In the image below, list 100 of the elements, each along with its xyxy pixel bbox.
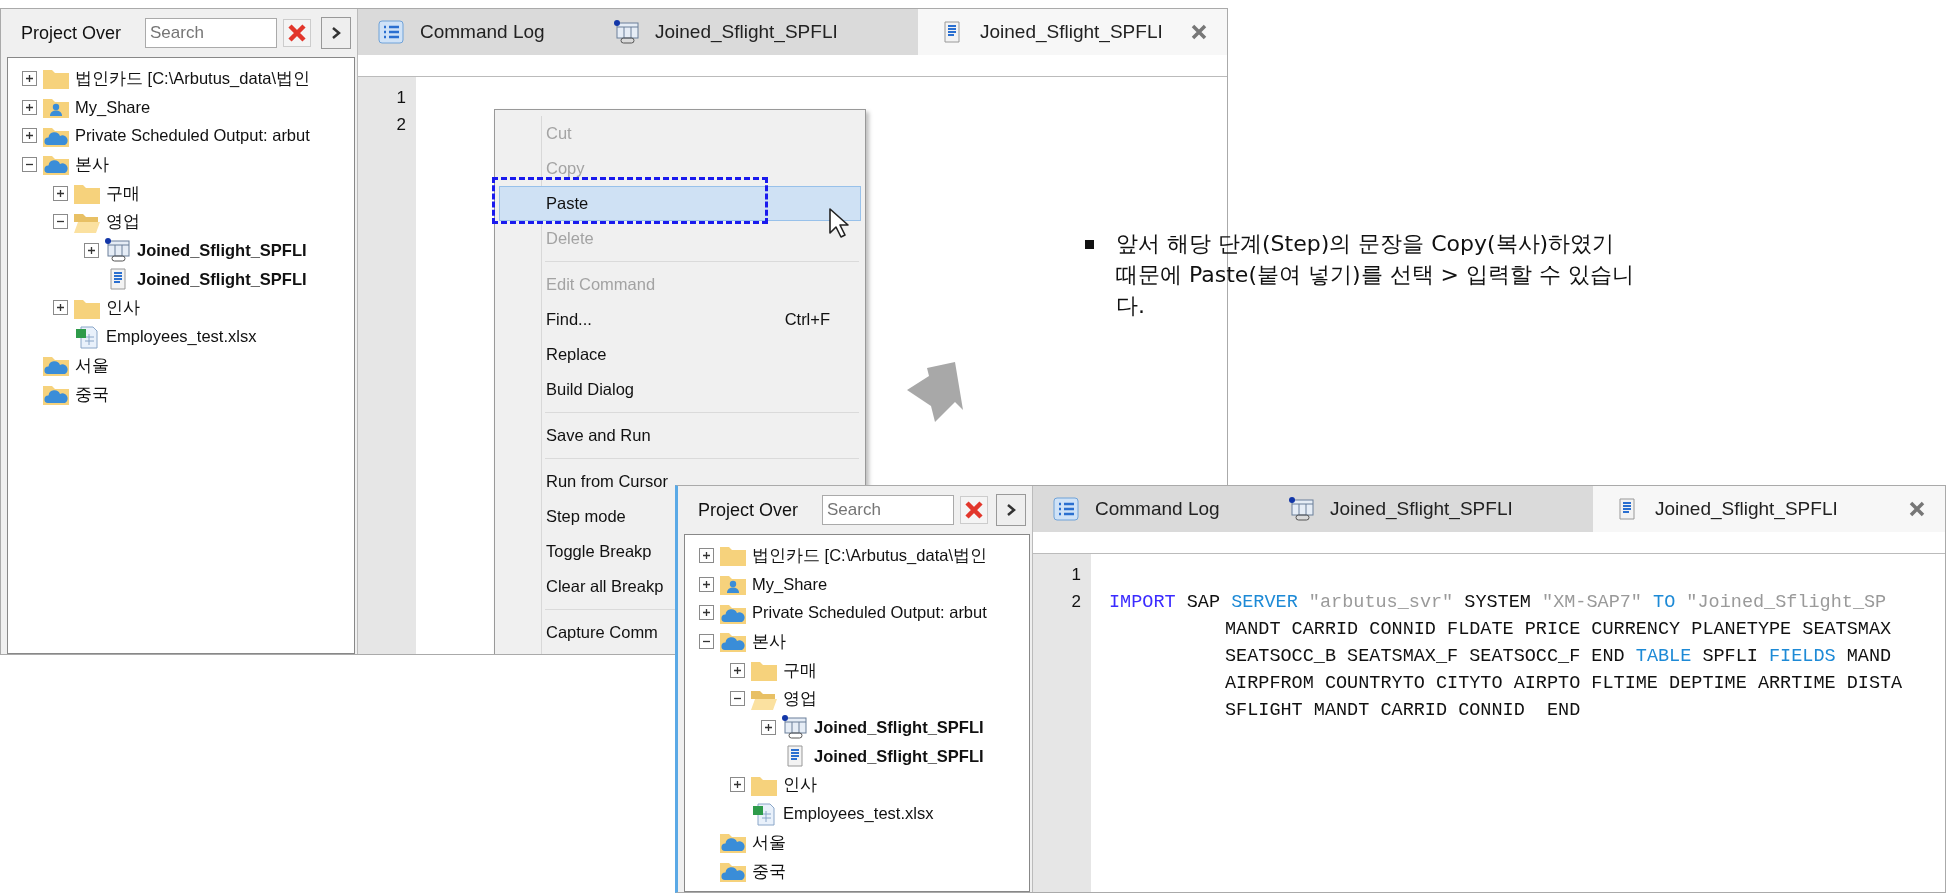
plus-icon [25, 73, 34, 83]
menu-item-label: Replace [546, 344, 607, 366]
search-field[interactable]: Search [145, 18, 277, 48]
menu-item[interactable]: Toggle Breakp [499, 534, 655, 569]
tab[interactable]: Joined_Sflight_SPFLI [1593, 486, 1945, 532]
tree-item-label[interactable]: 중국 [75, 381, 109, 407]
search-field[interactable]: Search [822, 495, 954, 525]
clear-button[interactable] [283, 19, 311, 47]
plus-icon [733, 665, 742, 675]
menu-item-label: Step mode [546, 506, 626, 528]
tree-item-label[interactable]: 서울 [75, 352, 109, 378]
expand-toggle[interactable] [761, 719, 776, 735]
tab[interactable]: Command Log [1033, 486, 1268, 532]
menu-item-label: Copy [546, 158, 585, 180]
code-line: MANDT CARRID CONNID FLDATE PRICE CURRENCY PLANETYPE SEATSMAX [1224, 618, 1893, 642]
menu-item-label: Cut [546, 123, 572, 145]
expand-toggle[interactable] [699, 547, 714, 563]
tree-item-label[interactable]: 영업 [783, 686, 817, 712]
menu-item-label: Paste [546, 193, 589, 215]
code-line: SEATSOCC_B SEATSMAX_F SEATSOCC_F END TABLE SPFLI FIELDS MAND [1224, 645, 1893, 669]
code-line: SFLIGHT MANDT CARRID CONNID END [1224, 699, 1582, 723]
expand-toggle[interactable] [22, 99, 37, 115]
tree-item-label[interactable]: 본사 [752, 629, 786, 654]
expand-panel-button[interactable] [996, 494, 1026, 526]
tree-item-label[interactable]: Employees_test.xlsx [783, 801, 934, 826]
tab[interactable]: Command Log [358, 9, 593, 55]
collapse-toggle[interactable] [53, 214, 68, 230]
menu-item-label: Edit Command [546, 274, 656, 296]
tree-item-label[interactable]: Joined_Sflight_SPFLI [814, 715, 984, 740]
tree-item-label[interactable]: 법인카드 [C:\Arbutus_data\법인 [75, 65, 310, 91]
close-icon[interactable] [1191, 24, 1207, 40]
clear-button[interactable] [960, 496, 988, 524]
expand-toggle[interactable] [84, 242, 99, 258]
tree-item-label[interactable]: Private Scheduled Output: arbut [75, 123, 310, 149]
table-icon [104, 238, 132, 263]
tab[interactable]: Joined_Sflight_SPFLI [593, 9, 918, 55]
expand-toggle[interactable] [22, 128, 37, 144]
list-icon [378, 20, 406, 44]
expand-toggle[interactable] [699, 605, 714, 621]
collapse-toggle[interactable] [730, 691, 745, 707]
menu-item[interactable]: Clear all Breakp [499, 569, 667, 604]
collapse-toggle[interactable] [22, 156, 37, 172]
expand-toggle[interactable] [699, 576, 714, 592]
tab[interactable]: Joined_Sflight_SPFLI [1268, 486, 1593, 532]
menu-item[interactable]: Build Dialog [499, 372, 638, 407]
table-icon [613, 20, 641, 44]
mouse-pointer-icon [828, 207, 850, 239]
menu-item[interactable]: Find... Ctrl+F [499, 302, 861, 337]
menu-item[interactable]: Replace [499, 337, 610, 372]
plus-icon [702, 608, 711, 618]
tree-item-label[interactable]: My_Share [75, 94, 151, 120]
tree-item-label[interactable]: 인사 [106, 295, 140, 321]
collapse-toggle[interactable] [699, 633, 714, 649]
note-text: 앞서 해당 단계(Step)의 문장을 Copy(복사)하였기 때문에 Paste(붙여 넣기)를 선택 > 입력할 수 있습니다. [1116, 230, 1635, 320]
plus-icon [87, 245, 96, 255]
menu-item[interactable]: Run from Cursor [499, 464, 671, 499]
tree-item-label[interactable]: 법인카드 [C:\Arbutus_data\법인 [752, 542, 987, 568]
plus-icon [25, 102, 34, 112]
tree-item-label[interactable]: Joined_Sflight_SPFLI [814, 743, 984, 769]
chevron-right-icon [330, 26, 342, 40]
tab[interactable]: Joined_Sflight_SPFLI [918, 9, 1227, 55]
line-number: 1 [396, 87, 406, 109]
tree-item-label[interactable]: 서울 [752, 829, 786, 855]
chevron-right-icon [1005, 503, 1017, 517]
expand-toggle[interactable] [53, 300, 68, 316]
tree-item-label[interactable]: Joined_Sflight_SPFLI [137, 266, 307, 292]
tree-item-label[interactable]: My_Share [752, 571, 828, 597]
tree-item-label[interactable]: Private Scheduled Output: arbut [752, 600, 987, 626]
plus-icon [733, 780, 742, 790]
expand-panel-button[interactable] [321, 17, 351, 49]
expand-toggle[interactable] [22, 70, 37, 86]
plus-icon [56, 188, 65, 198]
tree-item-label[interactable]: 영업 [106, 209, 140, 235]
menu-item-label: Capture Comm [546, 622, 658, 644]
close-icon[interactable] [1909, 501, 1925, 517]
tree-item-label[interactable]: Employees_test.xlsx [106, 324, 257, 349]
plus-icon [764, 722, 773, 732]
menu-item[interactable]: Step mode [499, 499, 629, 534]
tree-item-label[interactable]: 구매 [106, 180, 140, 206]
expand-toggle[interactable] [53, 185, 68, 201]
clear-icon [964, 500, 984, 520]
code-line: AIRPFROM COUNTRYTO CITYTO AIRPTO FLTIME DEPTIME ARRTIME DISTA [1224, 672, 1903, 696]
menu-item[interactable]: Save and Run [499, 418, 654, 453]
menu-item[interactable]: Capture Comm [499, 615, 661, 650]
menu-item-label: Toggle Breakp [546, 541, 652, 563]
menu-item-label: Run from Cursor [546, 471, 668, 493]
plus-icon [25, 131, 34, 141]
line-number: 1 [1071, 564, 1081, 586]
tree-item-label[interactable]: 구매 [783, 657, 817, 683]
tree-item-label[interactable]: Joined_Sflight_SPFLI [137, 238, 307, 263]
spreadsheet-icon [750, 801, 778, 826]
expand-toggle[interactable] [730, 662, 745, 678]
tree-item-label[interactable]: 중국 [752, 858, 786, 884]
expand-toggle[interactable] [730, 777, 745, 793]
tree-item-label[interactable]: 본사 [75, 152, 109, 177]
panel-title: Project Over [21, 21, 123, 45]
clear-icon [287, 23, 307, 43]
menu-item-label: Build Dialog [546, 379, 635, 401]
tree-item-label[interactable]: 인사 [783, 772, 817, 798]
line-number: 2 [1071, 591, 1081, 613]
